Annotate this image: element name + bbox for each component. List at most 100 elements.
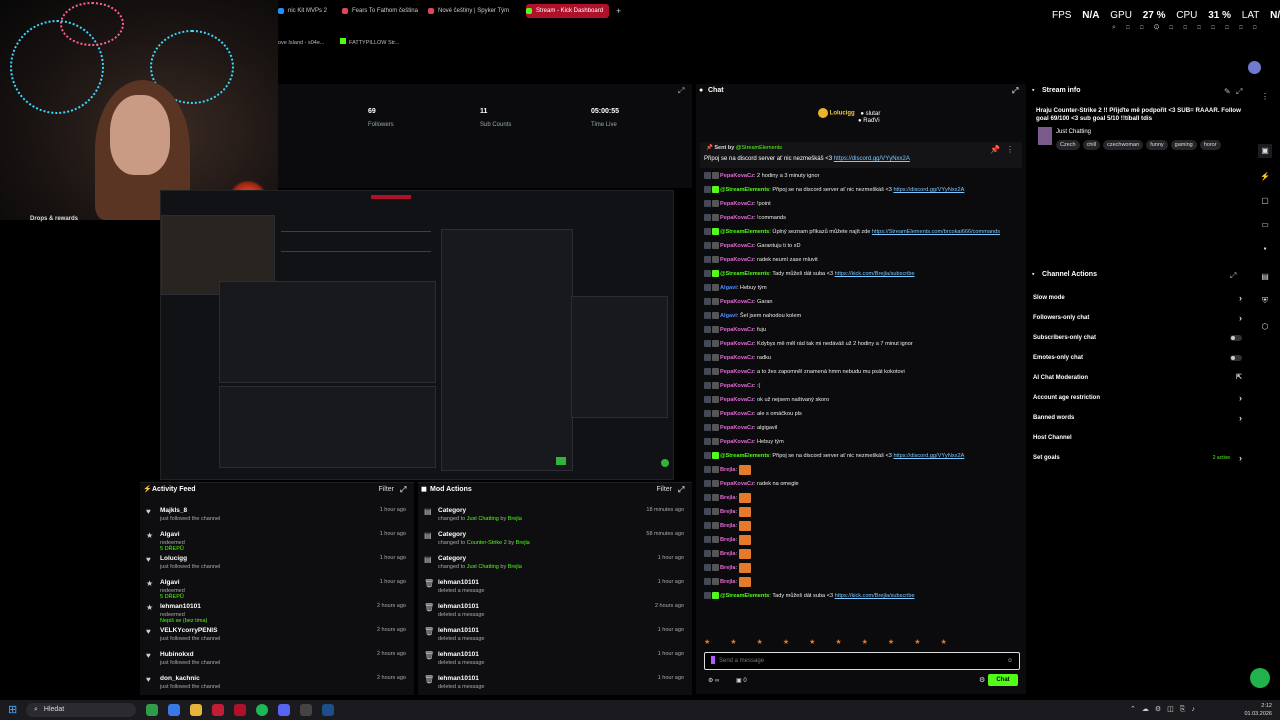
chat-icon[interactable]: ▭: [1258, 218, 1272, 232]
drops-rewards-label[interactable]: Drops & rewards: [30, 216, 78, 222]
chat-message[interactable]: PepaKovaCz: fuju: [704, 324, 766, 336]
menu-icon[interactable]: ⋮: [1258, 90, 1272, 104]
expand-icon[interactable]: ⤢: [678, 87, 686, 95]
chat-username[interactable]: @StreamElements: [720, 187, 769, 193]
channel-action-row[interactable]: Account age restriction ›: [1033, 392, 1244, 404]
chat-message[interactable]: PepaKovaCz: !commands: [704, 212, 786, 224]
feed-user-name[interactable]: Algavi: [160, 531, 180, 538]
browser-icon[interactable]: [168, 704, 180, 716]
chat-username[interactable]: Brejla: [720, 579, 736, 585]
mod-action-row[interactable]: 🗑 lehman10101 deleted a message 1 hour ago: [418, 625, 692, 649]
system-tray-icons[interactable]: ⌃☁⚙◫⎘♪: [1130, 705, 1201, 714]
spotify-icon[interactable]: [256, 704, 268, 716]
mod-action-row[interactable]: ▤ Category changed to Just Chatting by Bre…: [418, 505, 692, 529]
profile-avatar[interactable]: [1248, 61, 1261, 74]
xbox-icon[interactable]: [146, 704, 158, 716]
channel-action-row[interactable]: Subscribers-only chat: [1033, 332, 1244, 344]
toggle-switch[interactable]: [1230, 335, 1242, 341]
chat-message[interactable]: Brejla:: [704, 576, 752, 588]
chat-username[interactable]: PepaKovaCz: [720, 425, 754, 431]
chat-message[interactable]: Algavi: Šel jsem nahodou kolem: [704, 310, 801, 322]
channel-action-row[interactable]: Host Channel: [1033, 432, 1244, 444]
chat-message[interactable]: PepaKovaCz: 2 hodiny a 3 minuty ignor: [704, 170, 820, 182]
chat-message[interactable]: Brejla:: [704, 548, 752, 560]
send-chat-button[interactable]: Chat: [988, 674, 1018, 686]
discord-icon[interactable]: [278, 704, 290, 716]
actions-icon[interactable]: ▤: [1258, 270, 1272, 284]
bookmark[interactable]: FATTYPILLOW Str...: [340, 38, 399, 46]
mod-action-actor[interactable]: Brejla: [508, 564, 522, 570]
mod-action-row[interactable]: ▤ Category changed to Just Chatting by Bre…: [418, 553, 692, 577]
chat-message[interactable]: @StreamElements: Připoj se na discord se…: [704, 184, 964, 196]
bolt-icon[interactable]: ⚡: [1258, 170, 1272, 184]
channel-action-row[interactable]: Followers-only chat ›: [1033, 312, 1244, 324]
feed-user-name[interactable]: Majkls_8: [160, 507, 187, 514]
chat-link[interactable]: https://kick.com/Brejla/subscribe: [835, 271, 915, 277]
chat-username[interactable]: Brejla: [720, 509, 736, 515]
browser-tab[interactable]: nic Kit MVPs 2: [278, 4, 327, 18]
chat-username[interactable]: PepaKovaCz: [720, 299, 754, 305]
taskbar-search[interactable]: ⌕ Hledat: [26, 703, 136, 717]
chat-username[interactable]: PepaKovaCz: [720, 481, 754, 487]
chat-message[interactable]: PepaKovaCz: Kdybys mě měl rád tak mi ned…: [704, 338, 913, 350]
emote-bar[interactable]: ★★★★★★★★★★: [704, 638, 1018, 648]
preview-icon[interactable]: ▢: [1258, 194, 1272, 208]
chat-username[interactable]: PepaKovaCz: [720, 411, 754, 417]
chat-username[interactable]: @StreamElements: [720, 229, 769, 235]
windows-start-icon[interactable]: ⊞: [8, 704, 20, 716]
chat-message[interactable]: Brejla:: [704, 534, 752, 546]
activity-feed-row[interactable]: ★ Algavi redeemed 5 DŘEPŮ 1 hour ago: [140, 529, 414, 553]
new-tab-button[interactable]: +: [616, 4, 621, 18]
feed-user-name[interactable]: Hubinokxd: [160, 651, 194, 658]
chat-message[interactable]: Algavi: Hebuy tým: [704, 282, 767, 294]
feed-user-name[interactable]: VELKYcorryPENIS: [160, 627, 217, 634]
chat-username[interactable]: PepaKovaCz: [720, 257, 754, 263]
chat-username[interactable]: Algavi: [720, 313, 737, 319]
chat-message[interactable]: @StreamElements: Tady můžeš dát suba <3 …: [704, 268, 915, 280]
mod-action-row[interactable]: ▤ Category changed to Counter-Strike 2 by …: [418, 529, 692, 553]
steam-icon[interactable]: [322, 704, 334, 716]
chat-username[interactable]: PepaKovaCz: [720, 243, 754, 249]
chat-username[interactable]: PepaKovaCz: [720, 201, 754, 207]
chat-message[interactable]: PepaKovaCz: radku: [704, 352, 771, 364]
more-options-icon[interactable]: ⋮: [1006, 146, 1014, 154]
browser-tab[interactable]: Fears To Fathom čeština: [342, 4, 418, 18]
obs-icon[interactable]: [300, 704, 312, 716]
activity-feed-row[interactable]: ♥ don_kachnic just followed the channel 2 h…: [140, 673, 414, 697]
chat-settings[interactable]: ⚙ ∞: [708, 677, 719, 684]
emoji-icon[interactable]: ☺: [1007, 653, 1013, 669]
pin-icon[interactable]: 📌: [990, 146, 1000, 154]
shield-icon[interactable]: ⛨: [1258, 294, 1272, 308]
chat-username[interactable]: @StreamElements: [720, 453, 769, 459]
chat-message[interactable]: Brejla:: [704, 492, 752, 504]
mod-action-actor[interactable]: Brejla: [516, 540, 530, 546]
chat-username[interactable]: PepaKovaCz: [720, 341, 754, 347]
chat-username[interactable]: Brejla: [720, 523, 736, 529]
chat-username[interactable]: Brejla: [720, 551, 736, 557]
expand-icon[interactable]: ⤢: [1236, 88, 1244, 96]
chat-username[interactable]: PepaKovaCz: [720, 355, 754, 361]
chat-message[interactable]: Brejla:: [704, 506, 752, 518]
chat-message[interactable]: @StreamElements: Tady můžeš dát suba <3 …: [704, 590, 915, 602]
chat-message[interactable]: PepaKovaCz: radek neumí zase mluvit: [704, 254, 818, 266]
chat-username[interactable]: Brejla: [720, 495, 736, 501]
app-icon[interactable]: [234, 704, 246, 716]
mod-action-row[interactable]: 🗑 lehman10101 deleted a message 1 hour ago: [418, 649, 692, 673]
feed-user-name[interactable]: Lolucigg: [160, 555, 187, 562]
chat-message[interactable]: PepaKovaCz: Hebuy tým: [704, 436, 784, 448]
mod-action-row[interactable]: 🗑 lehman10101 deleted a message 2 hours ago: [418, 601, 692, 625]
assistant-bubble-icon[interactable]: [1250, 668, 1270, 688]
chat-link[interactable]: https://StreamElements.com/brcokai666/co…: [872, 229, 1000, 235]
expand-icon[interactable]: ⤢: [678, 486, 686, 494]
expand-icon[interactable]: ⤢: [1012, 87, 1020, 95]
chat-link[interactable]: https://discord.gg/VYyNxx2A: [893, 187, 964, 193]
chat-username[interactable]: @StreamElements: [720, 271, 769, 277]
channel-action-row[interactable]: Slow mode ›: [1033, 292, 1244, 304]
activity-feed-row[interactable]: ♥ Lolucigg just followed the channel 1 hour…: [140, 553, 414, 577]
chat-message[interactable]: PepaKovaCz: Garantuju ti to xD: [704, 240, 801, 252]
browser-tab[interactable]: Nové češtiny | Spyker Tým: [428, 4, 509, 18]
chat-message[interactable]: PepaKovaCz: Garan: [704, 296, 773, 308]
taskbar-clock[interactable]: 2:12 01.03.2026: [1244, 702, 1272, 718]
opera-icon[interactable]: [212, 704, 224, 716]
browser-tab-active[interactable]: Stream - Kick Dashboard: [526, 4, 610, 18]
